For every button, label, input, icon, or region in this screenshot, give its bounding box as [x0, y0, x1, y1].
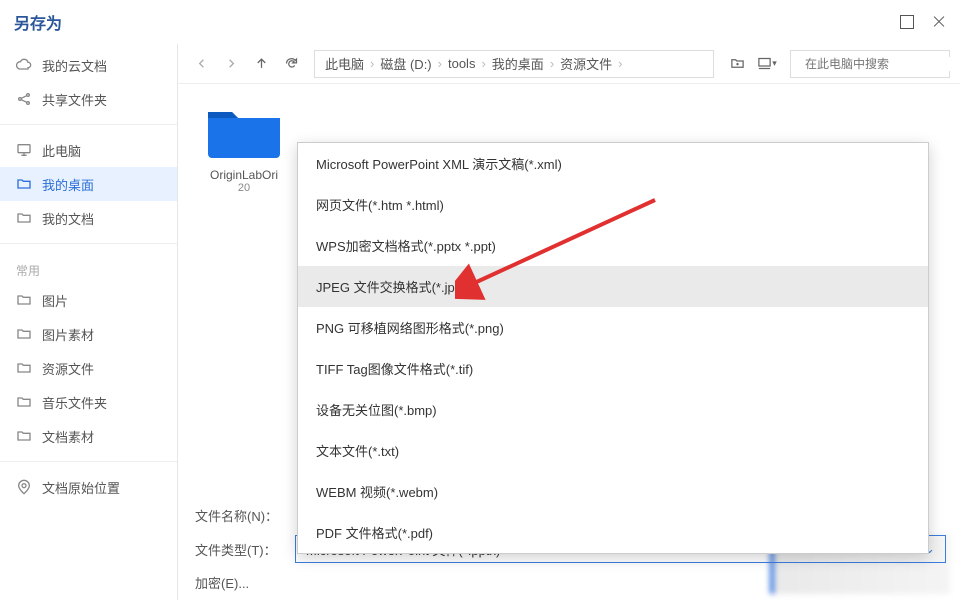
chevron-right-icon: ›: [614, 56, 626, 71]
filename-label: 文件名称(N)：: [195, 506, 285, 525]
breadcrumb-item[interactable]: 此电脑: [323, 54, 366, 73]
sidebar-item-doc-assets[interactable]: 文档素材: [0, 419, 177, 453]
dropdown-option[interactable]: 网页文件(*.htm *.html): [298, 184, 928, 225]
search-box[interactable]: [790, 50, 950, 78]
folder-icon: [16, 210, 32, 226]
divider: [0, 243, 177, 244]
sidebar-item-label: 音乐文件夹: [42, 393, 107, 412]
back-button[interactable]: [188, 51, 214, 77]
cloud-icon: [16, 57, 32, 73]
sidebar-item-label: 图片: [42, 291, 68, 310]
chevron-right-icon: ›: [434, 56, 446, 71]
sidebar-item-doc-original-location[interactable]: 文档原始位置: [0, 470, 177, 504]
sidebar-item-label: 图片素材: [42, 325, 94, 344]
dropdown-option[interactable]: JPEG 文件交换格式(*.jpg): [298, 266, 928, 307]
folder-icon: [16, 292, 32, 308]
sidebar-item-label: 此电脑: [42, 141, 81, 160]
sidebar-item-this-pc[interactable]: 此电脑: [0, 133, 177, 167]
dropdown-option[interactable]: WPS加密文档格式(*.pptx *.ppt): [298, 225, 928, 266]
chevron-right-icon: ›: [366, 56, 378, 71]
up-button[interactable]: [248, 51, 274, 77]
sidebar-item-label: 文档素材: [42, 427, 94, 446]
close-button[interactable]: [932, 15, 946, 29]
folder-icon: [204, 98, 284, 162]
dropdown-option[interactable]: WEBM 视频(*.webm): [298, 471, 928, 512]
folder-item[interactable]: OriginLabOri 20: [184, 98, 304, 194]
view-mode-button[interactable]: ▾: [754, 51, 780, 77]
folder-name: OriginLabOri: [184, 168, 304, 182]
folder-icon: [16, 326, 32, 342]
divider: [0, 124, 177, 125]
sidebar-item-pictures[interactable]: 图片: [0, 283, 177, 317]
breadcrumb-item[interactable]: tools: [446, 56, 477, 71]
dropdown-option[interactable]: TIFF Tag图像文件格式(*.tif): [298, 348, 928, 389]
sidebar-item-shared-folder[interactable]: 共享文件夹: [0, 82, 177, 116]
dropdown-option[interactable]: 文本文件(*.txt): [298, 430, 928, 471]
titlebar: 另存为: [0, 0, 960, 44]
dropdown-option[interactable]: Microsoft PowerPoint XML 演示文稿(*.xml): [298, 143, 928, 184]
folder-meta: 20: [184, 182, 304, 194]
folder-icon: [16, 394, 32, 410]
filetype-label: 文件类型(T)：: [195, 540, 285, 559]
window-controls: [900, 15, 946, 29]
forward-button[interactable]: [218, 51, 244, 77]
divider: [0, 461, 177, 462]
refresh-button[interactable]: [278, 51, 304, 77]
sidebar-item-label: 文档原始位置: [42, 478, 120, 497]
dropdown-option[interactable]: PDF 文件格式(*.pdf): [298, 512, 928, 553]
search-input[interactable]: [805, 57, 960, 71]
share-icon: [16, 91, 32, 107]
monitor-icon: [16, 142, 32, 158]
encrypt-button[interactable]: 加密(E)...: [195, 573, 249, 592]
sidebar-item-resource-files[interactable]: 资源文件: [0, 351, 177, 385]
maximize-button[interactable]: [900, 15, 914, 29]
dialog-title: 另存为: [14, 10, 62, 34]
dropdown-option[interactable]: PNG 可移植网络图形格式(*.png): [298, 307, 928, 348]
sidebar-item-label: 我的文档: [42, 209, 94, 228]
sidebar-item-label: 共享文件夹: [42, 90, 107, 109]
new-folder-button[interactable]: [724, 51, 750, 77]
chevron-right-icon: ›: [546, 56, 558, 71]
sidebar-item-my-desktop[interactable]: 我的桌面: [0, 167, 177, 201]
sidebar: 我的云文档 共享文件夹 此电脑 我的桌面 我的文档: [0, 44, 178, 600]
sidebar-item-picture-assets[interactable]: 图片素材: [0, 317, 177, 351]
encrypt-row: 加密(E)...: [195, 573, 946, 592]
sidebar-item-label: 我的桌面: [42, 175, 94, 194]
folder-icon: [16, 360, 32, 376]
chevron-right-icon: ›: [477, 56, 489, 71]
breadcrumb-item[interactable]: 磁盘 (D:): [378, 54, 433, 73]
filetype-dropdown[interactable]: Microsoft PowerPoint XML 演示文稿(*.xml) 网页文…: [297, 142, 929, 554]
breadcrumb[interactable]: 此电脑› 磁盘 (D:)› tools› 我的桌面› 资源文件›: [314, 50, 714, 78]
sidebar-item-my-documents[interactable]: 我的文档: [0, 201, 177, 235]
sidebar-item-label: 我的云文档: [42, 56, 107, 75]
sidebar-item-cloud-docs[interactable]: 我的云文档: [0, 48, 177, 82]
dropdown-option[interactable]: 设备无关位图(*.bmp): [298, 389, 928, 430]
sidebar-group-label: 常用: [0, 252, 177, 283]
toolbar: 此电脑› 磁盘 (D:)› tools› 我的桌面› 资源文件› ▾: [178, 44, 960, 84]
sidebar-item-label: 资源文件: [42, 359, 94, 378]
folder-icon: [16, 428, 32, 444]
breadcrumb-item[interactable]: 我的桌面: [490, 54, 546, 73]
location-icon: [16, 479, 32, 495]
breadcrumb-item[interactable]: 资源文件: [558, 54, 614, 73]
folder-icon: [16, 176, 32, 192]
sidebar-item-music-folder[interactable]: 音乐文件夹: [0, 385, 177, 419]
